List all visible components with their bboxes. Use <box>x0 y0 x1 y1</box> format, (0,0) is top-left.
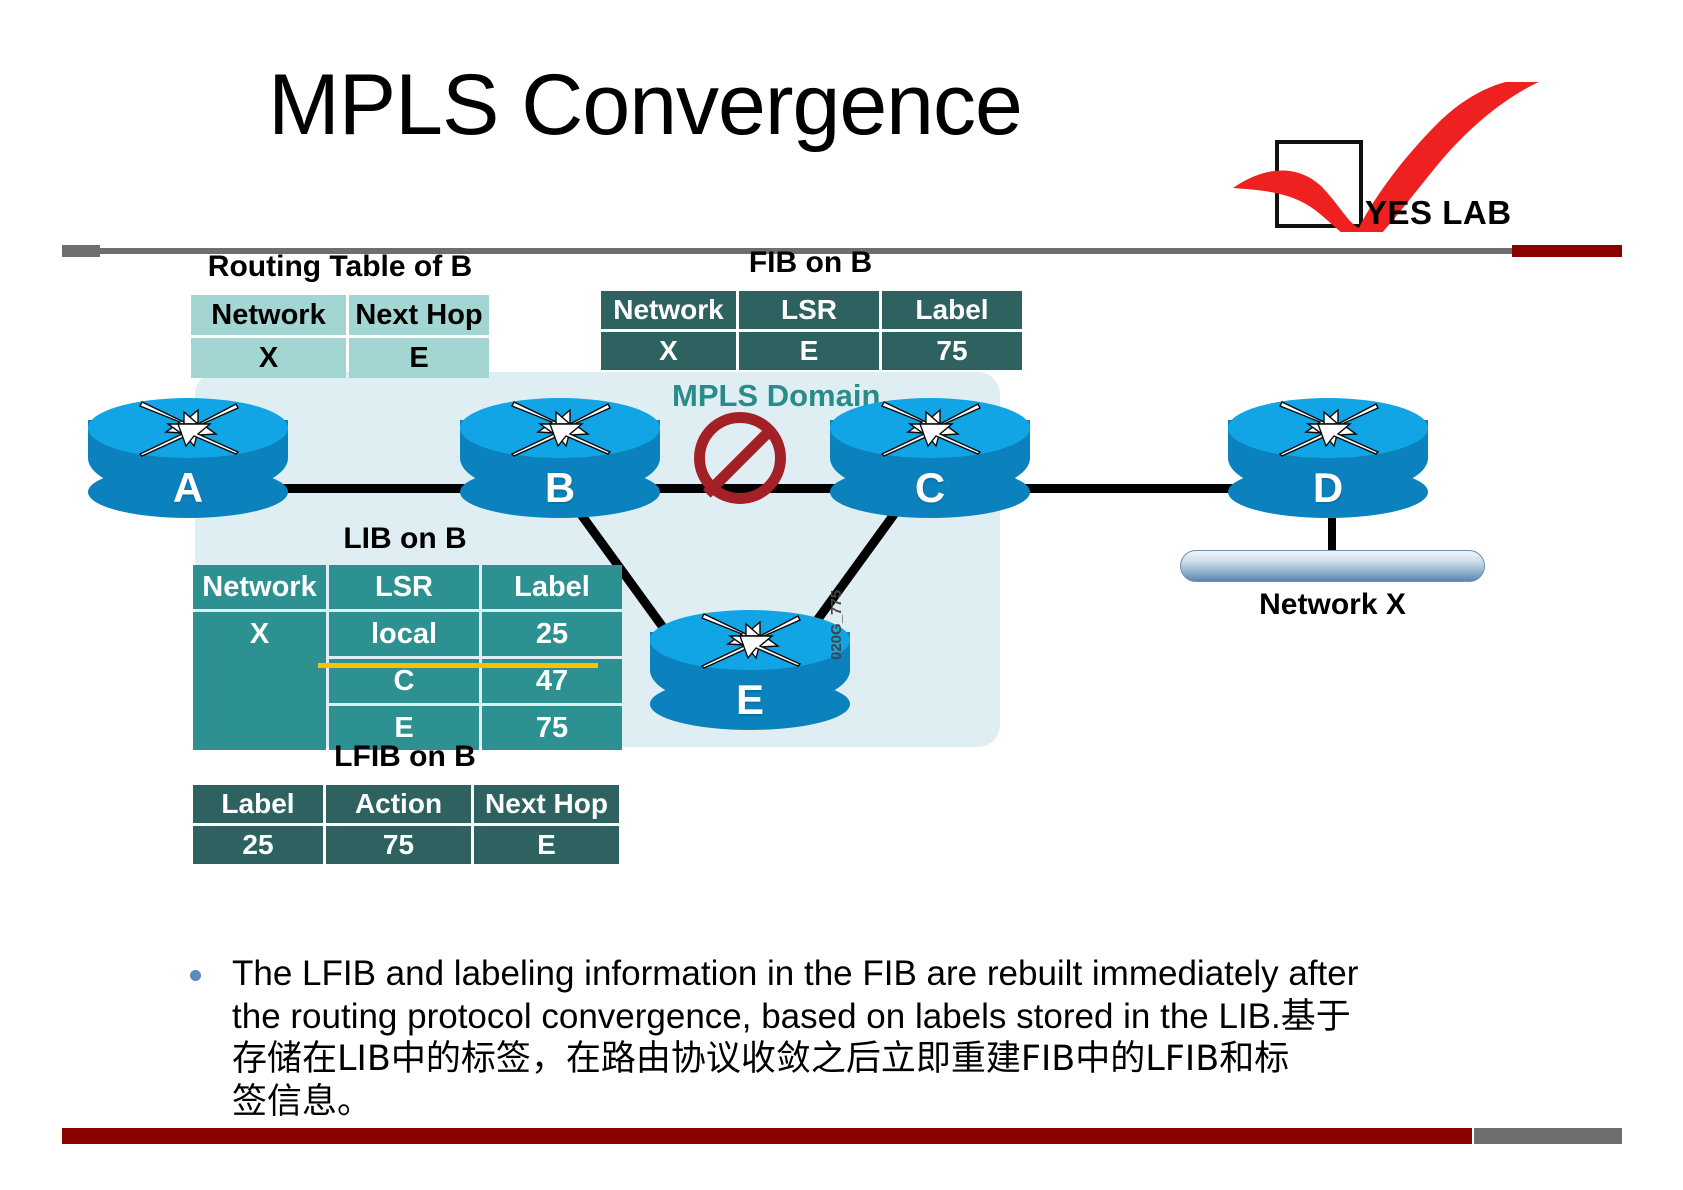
col-lsr: LSR <box>739 291 879 329</box>
cell-network: X <box>601 332 736 370</box>
lib-table-title: LIB on B <box>343 522 467 555</box>
router-arrows-icon <box>880 401 982 457</box>
cell-lsr: E <box>739 332 879 370</box>
router-a-label: A <box>172 464 204 511</box>
col-next-hop: Next Hop <box>474 785 619 823</box>
router-b-label: B <box>544 464 576 511</box>
bullet-line-3: 存储在LIB中的标签，在路由协议收敛之后立即重建FIB中的LFIB和标 <box>232 1039 1290 1079</box>
router-b[interactable]: B <box>460 398 660 518</box>
fib-table-title: FIB on B <box>748 246 873 279</box>
cell-next-hop: E <box>474 826 619 864</box>
routing-table-title: Routing Table of B <box>207 250 473 283</box>
bottom-divider-red-bar <box>62 1128 1472 1144</box>
col-network: Network <box>601 291 736 329</box>
cell-label: 75 <box>882 332 1022 370</box>
bottom-divider <box>62 1128 1622 1144</box>
bullet-line-2: the routing protocol convergence, based … <box>232 997 1351 1036</box>
network-x-segment <box>1180 550 1485 582</box>
slide-canvas: MPLS Convergence YES LAB MPLS Domain A B… <box>0 0 1683 1190</box>
table-row: 25 75 E <box>193 826 619 864</box>
router-e-label: E <box>735 676 764 723</box>
lib-row-strikethrough <box>318 663 598 668</box>
col-label: Label <box>482 565 622 609</box>
lfib-table-title: LFIB on B <box>334 740 476 773</box>
table-header-row: Network LSR Label <box>193 565 622 609</box>
link-c-d <box>1020 484 1240 493</box>
lib-on-b-table: Network LSR Label X local 25 C 47 E 75 <box>190 562 625 753</box>
table-row: X local 25 <box>193 612 622 750</box>
col-action: Action <box>326 785 471 823</box>
col-network: Network <box>191 295 346 335</box>
router-d[interactable]: D <box>1228 398 1428 518</box>
bullet-line-1: The LFIB and labeling information in the… <box>232 954 1359 993</box>
col-lsr: LSR <box>329 565 479 609</box>
cell-label: 25 <box>193 826 323 864</box>
routing-table-of-b: Network Next Hop X E <box>188 292 492 381</box>
logo-text: YES LAB <box>1365 194 1512 231</box>
link-down-icon <box>694 412 786 504</box>
figure-id-watermark: 020G_775 <box>828 589 845 660</box>
top-divider-grey-cap <box>62 245 100 257</box>
table-row: X E <box>191 338 489 378</box>
table-header-row: Label Action Next Hop <box>193 785 619 823</box>
network-x-label: Network X <box>1259 588 1406 621</box>
col-label: Label <box>193 785 323 823</box>
router-a[interactable]: A <box>88 398 288 518</box>
top-divider-red-cap <box>1512 245 1622 257</box>
page-title: MPLS Convergence <box>268 57 1023 153</box>
col-next-hop: Next Hop <box>349 295 489 335</box>
table-header-row: Network Next Hop <box>191 295 489 335</box>
table-row: X E 75 <box>601 332 1022 370</box>
bottom-divider-grey-cap <box>1474 1128 1622 1144</box>
router-d-label: D <box>1312 464 1344 511</box>
cell-network: X <box>191 338 346 378</box>
bullet-point-icon <box>190 970 201 981</box>
bullet-line-4: 签信息。 <box>232 1082 373 1122</box>
cell-action: 75 <box>326 826 471 864</box>
yes-lab-logo: YES LAB <box>1233 72 1655 237</box>
router-arrows-icon <box>1278 401 1380 457</box>
router-arrows-icon <box>138 401 240 457</box>
router-arrows-icon <box>510 401 612 457</box>
router-arrows-icon <box>700 613 802 669</box>
col-label: Label <box>882 291 1022 329</box>
table-header-row: Network LSR Label <box>601 291 1022 329</box>
cell-lsr: local <box>329 612 479 656</box>
cell-label: 25 <box>482 612 622 656</box>
router-c-label: C <box>914 464 946 511</box>
link-down-slash <box>702 423 778 498</box>
router-e[interactable]: E <box>650 610 850 730</box>
link-a-b <box>268 484 488 493</box>
cell-network: X <box>193 612 326 750</box>
col-network: Network <box>193 565 326 609</box>
bullet-paragraph: The LFIB and labeling information in the… <box>232 952 1502 1124</box>
cell-next-hop: E <box>349 338 489 378</box>
router-c[interactable]: C <box>830 398 1030 518</box>
fib-on-b-table: Network LSR Label X E 75 <box>598 288 1025 373</box>
lfib-on-b-table: Label Action Next Hop 25 75 E <box>190 782 622 867</box>
